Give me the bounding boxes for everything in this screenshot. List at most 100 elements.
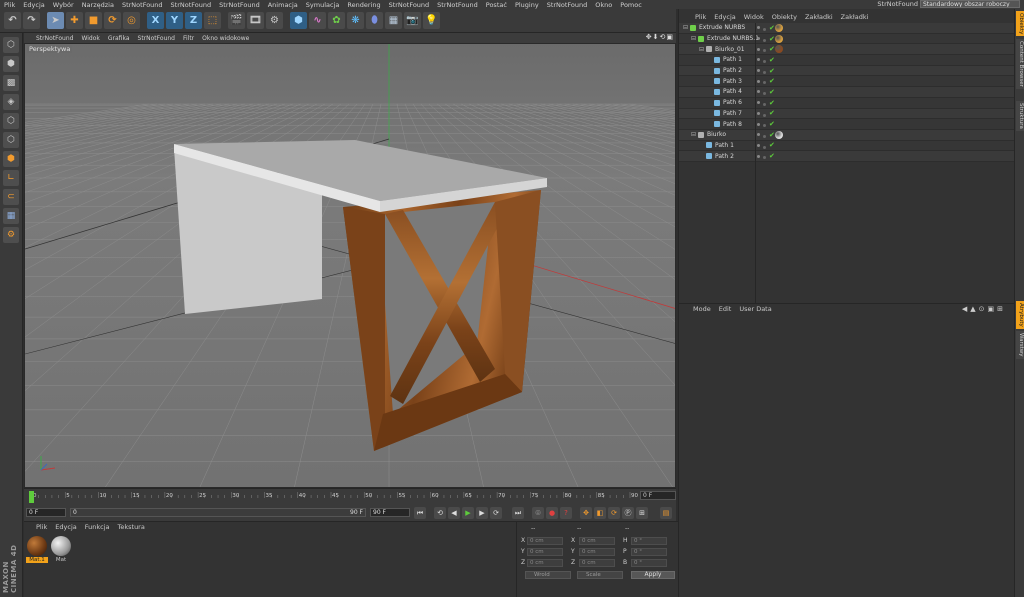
recent-tool-icon[interactable]: ◎: [123, 12, 140, 29]
key-scale-icon[interactable]: ◧: [594, 507, 606, 519]
rotation-b-field[interactable]: 0 °: [631, 559, 667, 567]
snapping-icon[interactable]: ▦: [3, 208, 19, 224]
menu-item[interactable]: StrNotFound: [437, 1, 478, 9]
menu-item[interactable]: StrNotFound: [389, 1, 430, 9]
workplane-icon[interactable]: ◈: [3, 94, 19, 110]
rotate-icon[interactable]: ⟳: [104, 12, 121, 29]
scale-icon[interactable]: ■: [85, 12, 102, 29]
render-settings-icon[interactable]: ⚙: [266, 12, 283, 29]
material-menu-item[interactable]: Edycja: [55, 523, 76, 531]
object-menu-item[interactable]: Plik: [695, 13, 706, 21]
points-mode-icon[interactable]: ⬡: [3, 113, 19, 129]
visibility-dot-icon[interactable]: [757, 133, 760, 137]
object-row[interactable]: Path 3 ✔: [679, 76, 1015, 88]
menu-item[interactable]: Narzędzia: [82, 1, 114, 9]
viewport-menu-item[interactable]: Widok: [81, 35, 99, 42]
attribute-menu-item[interactable]: Mode: [693, 305, 711, 313]
object-row[interactable]: Path 6 ✔: [679, 97, 1015, 109]
right-tab[interactable]: Atrybuty: [1016, 301, 1024, 329]
nurbs-icon[interactable]: ✿: [328, 12, 345, 29]
viewport-menu-item[interactable]: Grafika: [108, 35, 130, 42]
go-to-start-icon[interactable]: ⏮: [414, 507, 426, 519]
visibility-dot-icon[interactable]: [757, 79, 760, 83]
object-row[interactable]: Path 7 ✔: [679, 108, 1015, 120]
move-icon[interactable]: ✚: [66, 12, 83, 29]
material-menu-item[interactable]: Funkcja: [85, 523, 110, 531]
enabled-check-icon[interactable]: ✔: [769, 56, 775, 64]
viewport-nav-icons[interactable]: ✥⬇⟲▣: [646, 33, 674, 41]
enabled-check-icon[interactable]: ✔: [769, 109, 775, 117]
object-row[interactable]: Path 1 ✔: [679, 55, 1015, 66]
enabled-check-icon[interactable]: ✔: [769, 131, 775, 139]
render-picture-viewer-icon[interactable]: 🎞: [247, 12, 264, 29]
edges-mode-icon[interactable]: ⬡: [3, 132, 19, 148]
object-row[interactable]: Path 2 ✔: [679, 151, 1015, 162]
visibility-dot-icon[interactable]: [757, 143, 760, 147]
visibility-dot-icon[interactable]: [757, 90, 760, 94]
enabled-check-icon[interactable]: ✔: [769, 152, 775, 160]
next-key-icon[interactable]: ⟳: [490, 507, 502, 519]
viewport-menu-item[interactable]: Filtr: [183, 35, 194, 42]
visibility-dot-icon[interactable]: [757, 101, 760, 105]
undo-icon[interactable]: ↶: [4, 12, 21, 29]
polygons-mode-icon[interactable]: ⬢: [3, 151, 19, 167]
render-dot-icon[interactable]: [763, 145, 766, 149]
right-tab[interactable]: Content Browser: [1016, 39, 1024, 89]
menu-item[interactable]: StrNotFound: [219, 1, 260, 9]
previous-frame-icon[interactable]: ◀: [448, 507, 460, 519]
material-swatch[interactable]: Mat.1: [26, 536, 48, 566]
menu-item[interactable]: Pomoc: [620, 1, 642, 9]
texture-mode-icon[interactable]: ▩: [3, 75, 19, 91]
visibility-dot-icon[interactable]: [757, 58, 760, 62]
z-axis-lock-icon[interactable]: Z: [185, 12, 202, 29]
size-z-field[interactable]: 0 cm: [579, 559, 615, 567]
previous-key-icon[interactable]: ⟲: [434, 507, 446, 519]
render-dot-icon[interactable]: [763, 134, 766, 138]
layout-select[interactable]: Standardowy obszar roboczy: [920, 0, 1020, 8]
object-menu-item[interactable]: Zakładki: [841, 13, 869, 21]
record-keys-disabled-icon[interactable]: ⦾: [532, 507, 544, 519]
timeline-window-icon[interactable]: ▤: [660, 507, 672, 519]
make-editable-icon[interactable]: ⬡: [3, 37, 19, 53]
render-dot-icon[interactable]: [763, 92, 766, 96]
position-z-field[interactable]: 0 cm: [527, 559, 563, 567]
deformer-icon[interactable]: ⬮: [366, 12, 383, 29]
object-row[interactable]: ⊟ Extrude NURBS ✔: [679, 23, 1015, 34]
visibility-dot-icon[interactable]: [757, 122, 760, 126]
viewport-menu-item[interactable]: StrNotFound: [36, 35, 73, 42]
menu-item[interactable]: StrNotFound: [171, 1, 212, 9]
object-row[interactable]: Path 8 ✔: [679, 119, 1015, 130]
render-dot-icon[interactable]: [763, 124, 766, 128]
cube-primitive-icon[interactable]: ⬢: [290, 12, 307, 29]
auto-key-icon[interactable]: ?: [560, 507, 572, 519]
coordinate-mode-select[interactable]: Wrold: [525, 571, 571, 579]
object-row[interactable]: ⊟ Biurko ✔: [679, 129, 1015, 141]
menu-item[interactable]: Rendering: [347, 1, 380, 9]
object-row[interactable]: ⊟ Extrude NURBS.1 ✔: [679, 33, 1015, 45]
material-tag-icon[interactable]: [775, 23, 783, 32]
material-tag-icon[interactable]: [775, 130, 783, 139]
current-frame-field[interactable]: 0 F: [640, 491, 676, 500]
attribute-menu-item[interactable]: User Data: [739, 305, 771, 313]
locked-workplane-icon[interactable]: ⚙: [3, 227, 19, 243]
enabled-check-icon[interactable]: ✔: [769, 35, 775, 43]
visibility-dot-icon[interactable]: [757, 69, 760, 73]
render-dot-icon[interactable]: [763, 49, 766, 53]
expand-toggle-icon[interactable]: ⊟: [683, 24, 688, 31]
viewport-menu-item[interactable]: Okno widokowe: [202, 35, 249, 42]
next-frame-icon[interactable]: ▶: [476, 507, 488, 519]
start-frame-field[interactable]: 0 F: [26, 508, 66, 517]
enabled-check-icon[interactable]: ✔: [769, 120, 775, 128]
select-arrow-icon[interactable]: ➤: [47, 12, 64, 29]
key-position-icon[interactable]: ✥: [580, 507, 592, 519]
array-icon[interactable]: ❋: [347, 12, 364, 29]
x-axis-lock-icon[interactable]: X: [147, 12, 164, 29]
spline-pen-icon[interactable]: ∿: [309, 12, 326, 29]
menu-item[interactable]: Edycja: [23, 1, 44, 9]
play-icon[interactable]: ▶: [462, 507, 474, 519]
material-tag-icon[interactable]: [775, 34, 783, 43]
menu-item[interactable]: Wybór: [53, 1, 74, 9]
menu-item[interactable]: Plik: [4, 1, 15, 9]
object-row[interactable]: ⊟ Biurko_01 ✔: [679, 44, 1015, 56]
menu-item[interactable]: Animacja: [268, 1, 298, 9]
